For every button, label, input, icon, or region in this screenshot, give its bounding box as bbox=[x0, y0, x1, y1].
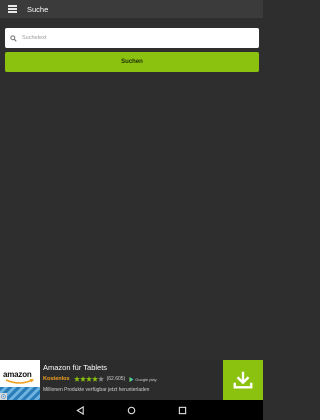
rating-count: (62.605) bbox=[106, 376, 126, 382]
ad-logo-text: amazon bbox=[3, 370, 32, 379]
back-icon[interactable] bbox=[75, 404, 87, 416]
ad-title[interactable]: Amazon für Tablets bbox=[43, 363, 107, 372]
system-navigation-bar bbox=[0, 400, 263, 420]
rating-stars bbox=[73, 376, 104, 382]
google-play-label: Google play bbox=[135, 376, 157, 382]
ad-description: Millionen Produkte verfügbar jetzt herun… bbox=[43, 387, 150, 393]
google-play-icon bbox=[129, 376, 134, 382]
search-icon bbox=[10, 33, 20, 43]
ad-choices-icon[interactable] bbox=[0, 393, 7, 400]
app-bar: Suche bbox=[0, 0, 263, 18]
ad-banner[interactable]: amazon Amazon für Tablets Kostenlos (62.… bbox=[0, 360, 263, 400]
home-icon[interactable] bbox=[126, 404, 138, 416]
recents-icon[interactable] bbox=[177, 404, 189, 416]
ad-info-row: Kostenlos (62.605) Google play bbox=[43, 375, 157, 383]
search-field[interactable] bbox=[5, 28, 259, 48]
hamburger-menu-icon[interactable] bbox=[3, 0, 21, 18]
download-button[interactable] bbox=[223, 360, 263, 400]
amazon-smile-icon bbox=[5, 379, 35, 384]
download-icon bbox=[233, 371, 253, 389]
google-play-badge: Google play bbox=[129, 376, 157, 382]
search-input[interactable] bbox=[22, 35, 242, 41]
page-title: Suche bbox=[27, 4, 49, 14]
ad-price: Kostenlos bbox=[43, 376, 70, 382]
search-button[interactable]: Suchen bbox=[5, 52, 259, 72]
